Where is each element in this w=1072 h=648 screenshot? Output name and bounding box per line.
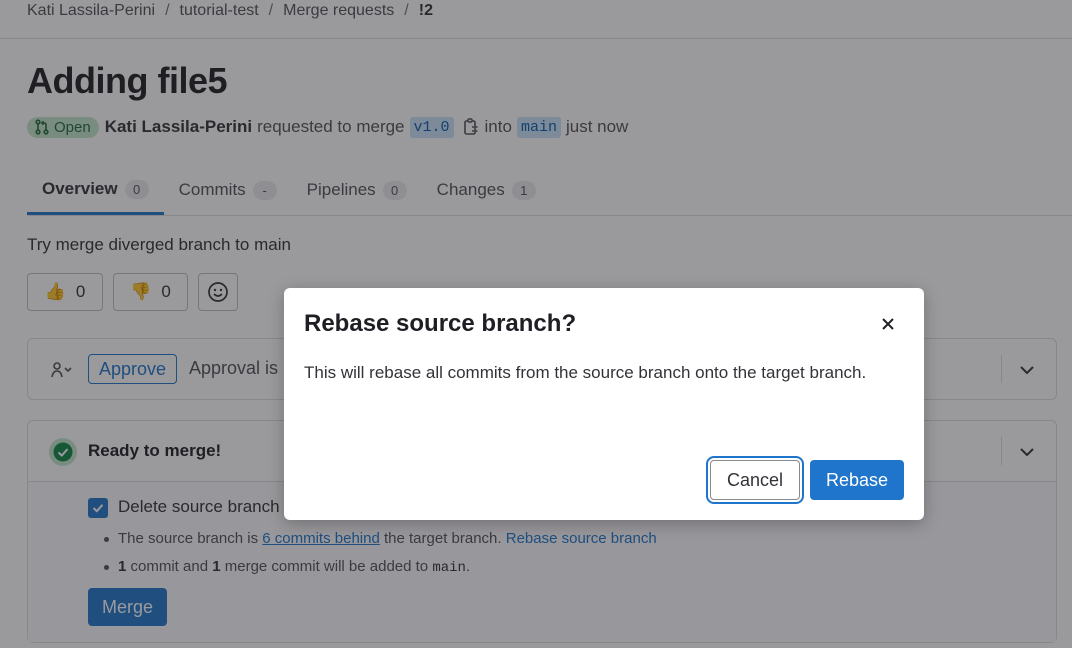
modal-title: Rebase source branch? xyxy=(304,310,577,337)
rebase-button[interactable]: Rebase xyxy=(810,460,904,500)
cancel-button[interactable]: Cancel xyxy=(710,460,800,500)
modal-body: This will rebase all commits from the so… xyxy=(304,363,867,382)
close-icon[interactable] xyxy=(876,312,900,336)
rebase-modal: Rebase source branch? This will rebase a… xyxy=(284,288,924,520)
